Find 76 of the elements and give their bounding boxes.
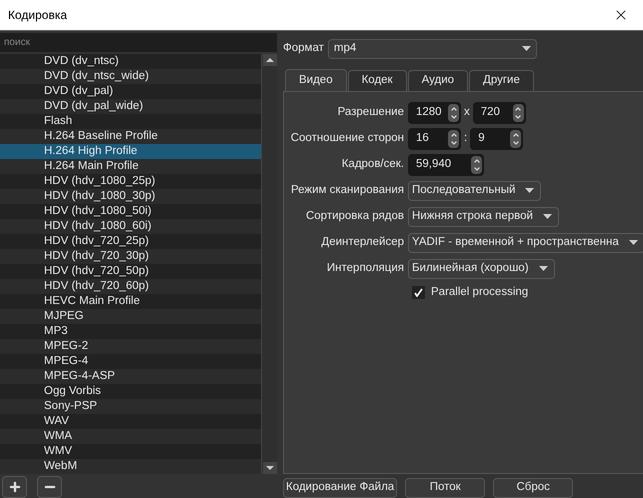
caret-icon xyxy=(542,214,552,220)
preset-item[interactable]: DVD (dv_ntsc) xyxy=(0,54,261,69)
preset-item[interactable]: DVD (dv_pal) xyxy=(0,84,261,99)
scroll-up-icon[interactable] xyxy=(262,54,276,66)
stepper-icon[interactable] xyxy=(512,104,524,122)
preset-item[interactable]: HDV (hdv_1080_60i) xyxy=(0,219,261,234)
preset-item[interactable]: MJPEG xyxy=(0,309,261,324)
dropdown[interactable]: Нижняя строка первой xyxy=(408,206,559,227)
checkbox[interactable] xyxy=(412,286,425,300)
check-icon xyxy=(414,288,423,298)
preset-item[interactable]: HDV (hdv_1080_30p) xyxy=(0,189,261,204)
tab[interactable]: Видео xyxy=(285,68,347,91)
window-title: Кодировка xyxy=(8,7,68,24)
field-label: Сортировка рядов xyxy=(304,209,405,224)
add-button[interactable] xyxy=(2,476,27,498)
preset-item[interactable]: Sony-PSP xyxy=(0,399,261,414)
preset-item[interactable]: DVD (dv_pal_wide) xyxy=(0,99,261,114)
dropdown[interactable]: YADIF - временной + пространственна xyxy=(408,232,643,253)
caret-icon xyxy=(525,188,534,194)
action-button[interactable]: Поток xyxy=(405,478,486,498)
caret-icon xyxy=(538,266,548,272)
preset-item[interactable]: HDV (hdv_720_30p) xyxy=(0,249,261,264)
plus-icon xyxy=(8,480,22,494)
preset-item[interactable]: HEVC Main Profile xyxy=(0,294,261,309)
spin-box[interactable]: 59,940 xyxy=(408,154,484,176)
preset-item[interactable]: WMV xyxy=(0,444,261,459)
preset-item[interactable]: H.264 High Profile xyxy=(0,144,261,159)
tab[interactable]: Аудио xyxy=(408,70,468,91)
field-label: Разрешение xyxy=(336,105,405,120)
field-label: Деинтерлейсер xyxy=(320,235,405,250)
separator-text: : xyxy=(463,131,468,146)
tab[interactable]: Другие xyxy=(469,70,534,91)
spin-box[interactable]: 16 xyxy=(408,128,461,150)
preset-item[interactable]: H.264 Main Profile xyxy=(0,159,261,174)
dropdown[interactable]: Билинейная (хорошо) xyxy=(408,258,555,279)
checkbox-label: Parallel processing xyxy=(431,285,528,300)
caret-icon xyxy=(628,240,638,246)
format-label: Формат xyxy=(283,41,324,56)
spin-box[interactable]: 9 xyxy=(470,128,524,150)
tab[interactable]: Кодек xyxy=(348,70,407,91)
spin-box[interactable]: 1280 xyxy=(408,102,461,124)
preset-item[interactable]: WebM xyxy=(0,459,261,474)
search-field[interactable]: поиск xyxy=(0,33,277,52)
preset-item[interactable]: MPEG-4 xyxy=(0,354,261,369)
field-label: Кадров/сек. xyxy=(340,157,405,172)
action-button[interactable]: Сброс xyxy=(493,478,574,498)
preset-item[interactable]: WAV xyxy=(0,414,261,429)
preset-item[interactable]: H.264 Baseline Profile xyxy=(0,129,261,144)
stepper-icon[interactable] xyxy=(510,130,522,148)
field-label: Соотношение сторон xyxy=(290,131,405,146)
preset-item[interactable]: Ogg Vorbis xyxy=(0,384,261,399)
preset-item[interactable]: MPEG-4-ASP xyxy=(0,369,261,384)
stepper-icon[interactable] xyxy=(448,104,459,122)
caret-icon xyxy=(522,46,531,52)
scrollbar[interactable] xyxy=(261,54,277,474)
preset-item[interactable]: Flash xyxy=(0,114,261,129)
scroll-down-icon[interactable] xyxy=(262,462,276,474)
preset-item[interactable]: HDV (hdv_1080_50i) xyxy=(0,204,261,219)
preset-item[interactable]: HDV (hdv_720_50p) xyxy=(0,264,261,279)
stepper-icon[interactable] xyxy=(448,130,459,148)
preset-item[interactable]: HDV (hdv_1080_25p) xyxy=(0,174,261,189)
preset-item[interactable]: HDV (hdv_720_25p) xyxy=(0,234,261,249)
action-button[interactable]: Кодирование Файла xyxy=(283,478,398,498)
remove-button[interactable] xyxy=(37,476,62,498)
format-combo[interactable]: mp4 xyxy=(328,38,537,59)
field-label: Режим сканирования xyxy=(290,183,405,198)
preset-item[interactable]: DVD (dv_ntsc_wide) xyxy=(0,69,261,84)
spin-box[interactable]: 720 xyxy=(472,102,526,124)
field-label: Интерполяция xyxy=(326,261,405,276)
preset-item[interactable]: MP3 xyxy=(0,324,261,339)
preset-item[interactable]: HDV (hdv_720_60p) xyxy=(0,279,261,294)
preset-item[interactable]: WMA xyxy=(0,429,261,444)
dropdown[interactable]: Последовательный xyxy=(408,180,542,201)
preset-item[interactable]: MPEG-2 xyxy=(0,339,261,354)
separator-text: x xyxy=(463,105,471,120)
stepper-icon[interactable] xyxy=(471,156,482,174)
